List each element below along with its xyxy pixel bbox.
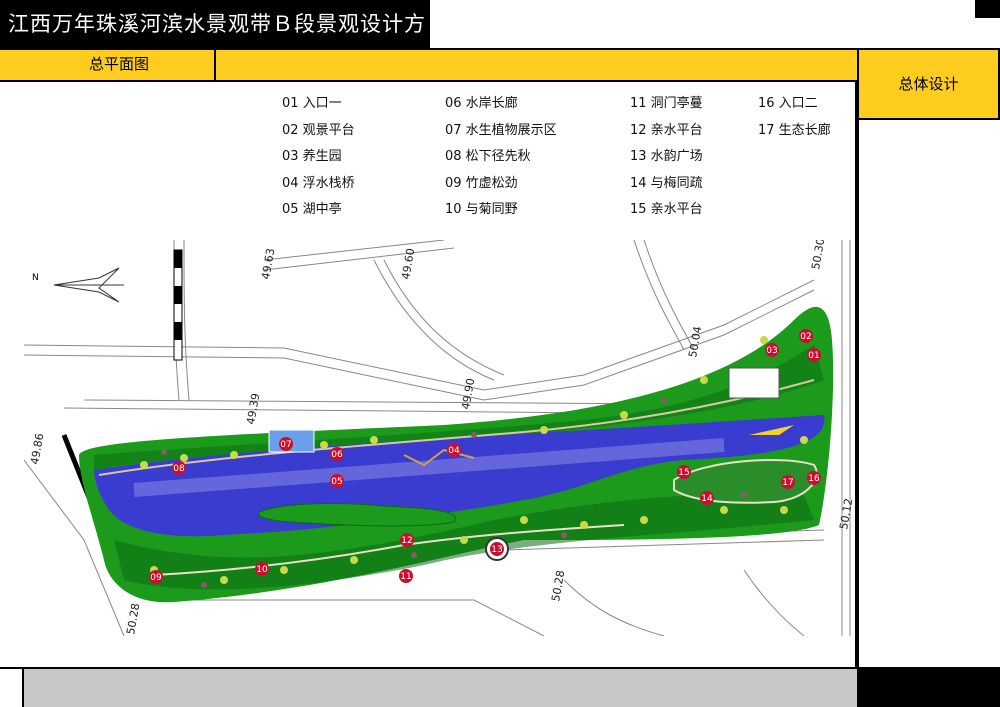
marker-label: 06 — [331, 450, 343, 460]
elevation-label: 50.30 — [809, 240, 827, 271]
elevation-label: 50.04 — [686, 325, 704, 358]
marker-label: 16 — [808, 474, 820, 484]
elevation-label: 50.12 — [837, 497, 855, 530]
marker-label: 17 — [782, 478, 793, 488]
marker-label: 02 — [800, 332, 811, 342]
legend-item: 01 入口一 — [282, 96, 342, 111]
marker-label: 05 — [331, 477, 342, 487]
legend-item: 15 亲水平台 — [630, 202, 703, 217]
scale-bar-icon — [173, 249, 183, 361]
marker-17: 17 — [781, 475, 795, 489]
elevation-label: 49.86 — [28, 432, 46, 465]
footer-band — [0, 667, 857, 707]
legend-item: 14 与梅同疏 — [630, 175, 703, 191]
site-plan: 49.86 49.39 49.63 49.60 49.90 50.04 50.2… — [24, 240, 855, 636]
footer-left — [0, 667, 24, 707]
marker-13: 13 — [490, 542, 504, 556]
legend-item: 03 养生园 — [282, 149, 342, 164]
section-label: 总平面图 — [24, 48, 216, 82]
marker-label: 14 — [701, 494, 713, 504]
marker-12: 12 — [400, 533, 414, 547]
marker-11: 11 — [399, 569, 413, 583]
legend-item: 04 浮水栈桥 — [282, 175, 355, 191]
marker-label: 10 — [256, 565, 268, 575]
marker-label: 01 — [808, 351, 819, 361]
legend-item: 06 水岸长廊 — [445, 96, 518, 111]
marker-label: 11 — [400, 572, 411, 582]
legend-item: 07 水生植物展示区 — [445, 122, 557, 138]
marker-label: 07 — [280, 440, 291, 450]
elevation-label: 50.28 — [124, 602, 142, 635]
corner-block — [975, 0, 1000, 18]
marker-label: 08 — [173, 464, 185, 474]
legend-column-3: 11 洞门亭蔓 12 亲水平台 13 水韵广场 14 与梅同疏 15 亲水平台 — [630, 91, 703, 224]
legend-item: 11 洞门亭蔓 — [630, 96, 703, 111]
legend-item: 10 与菊同野 — [445, 202, 518, 217]
legend-column-1: 01 入口一 02 观景平台 03 养生园 04 浮水栈桥 05 湖中亭 — [282, 91, 355, 224]
elevation-label: 50.28 — [549, 569, 567, 602]
marker-label: 04 — [448, 446, 460, 456]
marker-04: 04 — [447, 443, 461, 457]
marker-03: 03 — [765, 343, 779, 357]
marker-02: 02 — [799, 329, 813, 343]
entrance-building — [728, 367, 780, 399]
legend-item: 02 观景平台 — [282, 122, 355, 138]
compass-icon: N — [32, 267, 124, 303]
marker-label: 15 — [678, 468, 689, 478]
elevation-label: 49.39 — [244, 392, 262, 425]
legend-item: 09 竹虚松劲 — [445, 175, 518, 191]
side-panel-title: 总体设计 — [857, 48, 1000, 120]
legend-item: 05 湖中亭 — [282, 202, 342, 217]
marker-label: 03 — [766, 346, 777, 356]
marker-label: 12 — [401, 536, 412, 546]
marker-08: 08 — [172, 461, 186, 475]
legend-item: 17 生态长廊 — [758, 122, 831, 138]
marker-label: 13 — [491, 545, 502, 555]
marker-10: 10 — [255, 562, 269, 576]
marker-07: 07 — [279, 437, 293, 451]
elevation-label: 49.63 — [259, 247, 277, 280]
document-title: 江西万年珠溪河滨水景观带Ｂ段景观设计方案 — [0, 0, 430, 84]
marker-label: 09 — [150, 573, 162, 583]
legend-item: 12 亲水平台 — [630, 122, 703, 138]
legend-column-4: 16 入口二 17 生态长廊 — [758, 91, 831, 144]
marker-05: 05 — [330, 474, 344, 488]
marker-09: 09 — [149, 570, 163, 584]
marker-01: 01 — [807, 348, 821, 362]
side-panel — [857, 120, 1000, 667]
legend-item: 13 水韵广场 — [630, 149, 703, 164]
marker-14: 14 — [700, 491, 714, 505]
footer-right — [857, 667, 1000, 707]
marker-06: 06 — [330, 447, 344, 461]
elevation-label: 49.60 — [399, 247, 417, 280]
marker-16: 16 — [807, 471, 821, 485]
elevation-label: 49.90 — [459, 377, 477, 410]
compass-label: N — [32, 273, 39, 283]
marker-15: 15 — [677, 465, 691, 479]
legend-column-2: 06 水岸长廊 07 水生植物展示区 08 松下径先秋 09 竹虚松劲 10 与… — [445, 91, 557, 224]
legend-item: 08 松下径先秋 — [445, 149, 531, 164]
legend-item: 16 入口二 — [758, 96, 818, 111]
